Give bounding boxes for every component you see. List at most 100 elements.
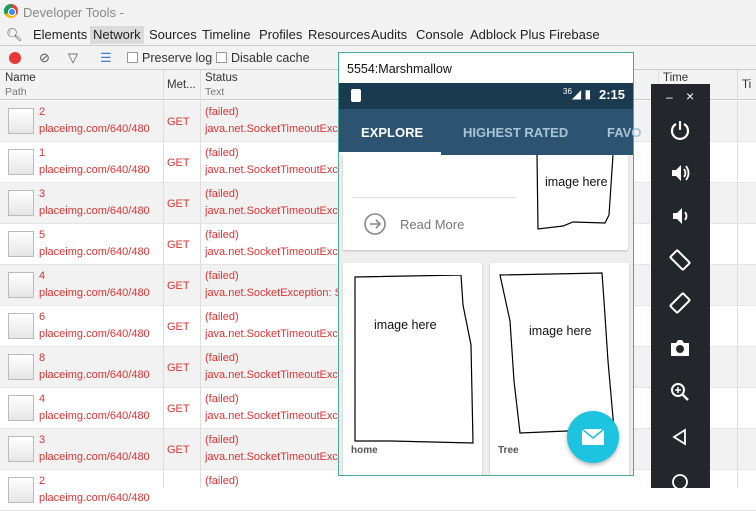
file-icon: [8, 395, 34, 421]
column-timeline[interactable]: Ti: [742, 79, 751, 91]
tab-audits[interactable]: Audits: [371, 27, 407, 42]
image-placeholder-sketch: [354, 275, 474, 444]
request-path: placeimg.com/640/480: [39, 123, 150, 135]
request-status: (failed): [205, 270, 239, 282]
request-name: 6: [39, 311, 46, 323]
disable-cache-checkbox[interactable]: [216, 52, 227, 63]
tab-timeline[interactable]: Timeline: [202, 27, 251, 42]
request-path: placeimg.com/640/480: [39, 410, 150, 422]
request-status: (failed): [205, 475, 239, 487]
minimize-button[interactable]: –: [666, 90, 673, 104]
column-time[interactable]: Time: [663, 72, 688, 84]
explore-card[interactable]: image here Read More: [343, 155, 628, 250]
image-placeholder-text: image here: [374, 318, 437, 332]
sd-card-icon: [351, 89, 361, 102]
home-icon[interactable]: [666, 468, 694, 496]
clear-icon[interactable]: ⊘: [39, 50, 50, 66]
request-method: GET: [167, 198, 190, 210]
list-view-icon[interactable]: ☰: [100, 50, 112, 66]
image-placeholder-sketch: [536, 155, 614, 230]
tab-sources[interactable]: Sources: [149, 27, 197, 42]
request-name: 3: [39, 188, 46, 200]
request-name: 8: [39, 352, 46, 364]
read-more-link[interactable]: Read More: [400, 217, 464, 232]
tab-explore[interactable]: EXPLORE: [361, 125, 423, 140]
request-status-text: java.net.SocketTimeoutExce: [205, 451, 338, 463]
request-name: 3: [39, 434, 46, 446]
request-path: placeimg.com/640/480: [39, 369, 150, 381]
request-status-text: java.net.SocketTimeoutExce: [205, 164, 338, 176]
tab-resources[interactable]: Resources: [308, 27, 370, 42]
request-name: 1: [39, 147, 46, 159]
disable-cache-label: Disable cache: [231, 51, 310, 65]
request-status: (failed): [205, 393, 239, 405]
column-name[interactable]: Name: [5, 72, 36, 84]
card-title-home: home: [351, 445, 378, 456]
tab-elements[interactable]: Elements: [33, 27, 87, 42]
request-path: placeimg.com/640/480: [39, 246, 150, 258]
arrow-circle-icon[interactable]: [363, 212, 387, 236]
request-method: GET: [167, 444, 190, 456]
tab-firebase[interactable]: Firebase: [549, 27, 600, 42]
divider: [352, 197, 516, 198]
filter-icon[interactable]: ▽: [68, 50, 78, 66]
request-name: 2: [39, 475, 46, 487]
compose-fab-button[interactable]: [567, 411, 619, 463]
emulator-title: 5554:Marshmallow: [339, 53, 633, 83]
request-path: placeimg.com/640/480: [39, 164, 150, 176]
request-status: (failed): [205, 188, 239, 200]
tab-profiles[interactable]: Profiles: [259, 27, 302, 42]
volume-down-icon[interactable]: [666, 202, 694, 230]
camera-icon[interactable]: [666, 334, 694, 362]
file-icon: [8, 313, 34, 339]
file-icon: [8, 436, 34, 462]
file-icon: [8, 477, 34, 503]
request-path: placeimg.com/640/480: [39, 287, 150, 299]
back-icon[interactable]: [666, 423, 694, 451]
window-title: Developer Tools -: [23, 5, 124, 20]
file-icon: [8, 354, 34, 380]
request-status: (failed): [205, 106, 239, 118]
tab-highest-rated[interactable]: HIGHEST RATED: [463, 125, 568, 140]
window-titlebar: Developer Tools -: [0, 0, 756, 24]
request-method: GET: [167, 280, 190, 292]
file-icon: [8, 231, 34, 257]
card-title-tree: Tree: [498, 445, 519, 456]
volume-up-icon[interactable]: [666, 159, 694, 187]
request-method: GET: [167, 116, 190, 128]
file-icon: [8, 149, 34, 175]
tab-adblock-plus[interactable]: Adblock Plus: [470, 27, 545, 42]
request-status: (failed): [205, 352, 239, 364]
column-path: Path: [5, 86, 27, 98]
app-tab-bar: EXPLORE HIGHEST RATED FAVO: [339, 109, 641, 155]
record-button[interactable]: [9, 52, 21, 64]
request-status-text: java.net.SocketTimeoutExce: [205, 246, 338, 258]
signal-indicator: 36◢ ▮: [563, 87, 592, 101]
image-placeholder-text: image here: [545, 175, 608, 189]
preserve-log-checkbox[interactable]: [127, 52, 138, 63]
column-status[interactable]: Status: [205, 72, 238, 84]
tab-console[interactable]: Console: [416, 27, 464, 42]
devtools-tabbar: 🔍︎ Elements Network Sources Timeline Pro…: [0, 24, 756, 46]
android-emulator-window: 5554:Marshmallow 36◢ ▮ 2:15 EXPLORE HIGH…: [338, 52, 641, 476]
inspect-search-icon[interactable]: 🔍︎: [6, 27, 23, 43]
column-divider: [200, 70, 201, 488]
tab-favorites[interactable]: FAVO: [607, 125, 641, 140]
close-button[interactable]: ×: [686, 88, 694, 104]
file-icon: [8, 272, 34, 298]
column-method[interactable]: Met...: [167, 79, 196, 91]
request-status-text: java.net.SocketTimeoutExce: [205, 123, 338, 135]
rotate-left-icon[interactable]: [666, 246, 694, 274]
tab-network[interactable]: Network: [90, 26, 144, 44]
request-status: (failed): [205, 311, 239, 323]
request-name: 2: [39, 106, 46, 118]
request-status-text: java.net.SocketTimeoutExce: [205, 410, 338, 422]
table-row[interactable]: 2 placeimg.com/640/480 (failed): [0, 470, 756, 511]
home-card[interactable]: image here home: [343, 263, 482, 475]
power-icon[interactable]: [666, 116, 694, 144]
emulator-control-panel: – ×: [651, 84, 710, 490]
rotate-right-icon[interactable]: [666, 289, 694, 317]
preserve-log-label: Preserve log: [142, 51, 213, 65]
zoom-icon[interactable]: [666, 378, 694, 406]
file-icon: [8, 108, 34, 134]
